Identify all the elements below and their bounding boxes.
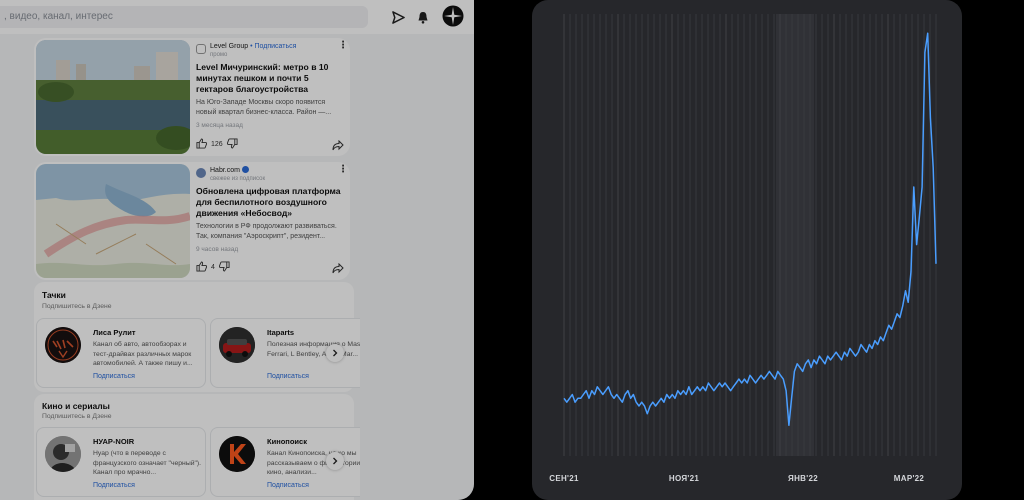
subscribe-button[interactable]: Подписаться — [93, 373, 135, 380]
card-actions: 126 — [196, 137, 346, 151]
channel-card[interactable]: НУАР-NOIR Нуар (что в переводе с француз… — [36, 427, 206, 497]
channel-card[interactable]: Лиса Рулит Канал об авто, автообзорах и … — [36, 318, 206, 388]
channel-description: Нуар (что в переводе с французского озна… — [93, 450, 202, 476]
line-chart — [563, 14, 937, 456]
like-count: 126 — [211, 140, 223, 148]
x-tick-label: ЯНВ'22 — [788, 474, 818, 483]
channel-name[interactable]: Лиса Рулит — [93, 328, 136, 337]
share-icon[interactable] — [332, 138, 344, 156]
share-icon[interactable] — [332, 261, 344, 279]
card-actions: 4 — [196, 260, 346, 274]
top-bar: , видео, канал, интерес — [0, 0, 474, 34]
card-time: 3 месяца назад — [196, 122, 243, 129]
channel-description: Канал об авто, автообзорах и тест-драйва… — [93, 341, 193, 367]
verified-icon — [241, 166, 249, 173]
like-icon[interactable] — [196, 137, 208, 151]
channel-avatar — [45, 327, 81, 363]
highlight-band — [776, 14, 814, 456]
source-note: промо — [210, 52, 228, 58]
source-name[interactable]: Level Group • Подписаться — [210, 42, 296, 51]
x-tick-label: СЕН'21 — [549, 474, 579, 483]
channel-avatar — [219, 436, 255, 472]
channel-name[interactable]: Кинопоиск — [267, 437, 307, 446]
x-tick-label: МАР'22 — [893, 474, 925, 483]
more-icon[interactable]: ⋮ — [338, 165, 348, 175]
channel-block: Кино и сериалы Подпишитесь в Дзене НУАР-… — [34, 394, 360, 500]
card-title[interactable]: Обновлена цифровая платформа для беспило… — [196, 186, 346, 219]
block-title: Тачки — [42, 290, 66, 300]
feed-panel: , видео, канал, интерес Level Group • По… — [0, 0, 474, 500]
channel-description: Полезная информация о Maserati, Ferrari,… — [267, 341, 360, 358]
send-icon[interactable] — [390, 9, 406, 25]
subscribe-button[interactable]: Подписаться — [267, 373, 309, 380]
more-icon[interactable]: ⋮ — [338, 41, 348, 51]
card-image — [36, 164, 190, 278]
dislike-icon[interactable] — [226, 137, 238, 151]
feed-card[interactable]: Level Group • Подписаться промо Level Ми… — [34, 38, 350, 156]
bell-icon[interactable] — [415, 9, 431, 25]
feed-card[interactable]: Habr.com свежее из подписок Обновлена ци… — [34, 162, 350, 280]
channel-name[interactable]: НУАР-NOIR — [93, 437, 134, 446]
carousel-next-button[interactable] — [326, 452, 344, 470]
block-subtitle: Подпишитесь в Дзене — [42, 413, 112, 420]
card-image — [36, 40, 190, 154]
source-logo — [196, 44, 206, 54]
x-tick-label: НОЯ'21 — [668, 474, 700, 483]
like-count: 4 — [211, 263, 215, 271]
block-title: Кино и сериалы — [42, 401, 110, 411]
search-input[interactable]: , видео, канал, интерес — [0, 6, 368, 28]
source-name[interactable]: Habr.com — [210, 166, 265, 175]
block-subtitle: Подпишитесь в Дзене — [42, 303, 112, 310]
channel-block: Тачки Подпишитесь в Дзене Лиса Рулит Кан… — [34, 282, 360, 392]
subscribe-button[interactable]: Подписаться — [267, 482, 309, 489]
card-time: 9 часов назад — [196, 246, 239, 253]
dislike-icon[interactable] — [218, 260, 230, 274]
channel-name[interactable]: Itaparts — [267, 328, 294, 337]
compass-icon[interactable] — [442, 5, 464, 27]
carousel-next-button[interactable] — [326, 344, 344, 362]
like-icon[interactable] — [196, 260, 208, 274]
chart-panel: СЕН'21 НОЯ'21 ЯНВ'22 МАР'22 — [532, 0, 962, 500]
channel-description: Канал Кинопоиска, на ко мы рассказываем … — [267, 450, 360, 476]
source-logo — [196, 168, 206, 178]
source-note: свежее из подписок — [210, 176, 266, 182]
subscribe-button[interactable]: Подписаться — [93, 482, 135, 489]
channel-avatar — [219, 327, 255, 363]
channel-avatar — [45, 436, 81, 472]
card-snippet: На Юго-Западе Москвы скоро появится новы… — [196, 99, 332, 116]
card-snippet: Технологии в РФ продолжают развиваться. … — [196, 223, 337, 240]
card-title[interactable]: Level Мичуринский: метро в 10 минутах пе… — [196, 62, 346, 95]
